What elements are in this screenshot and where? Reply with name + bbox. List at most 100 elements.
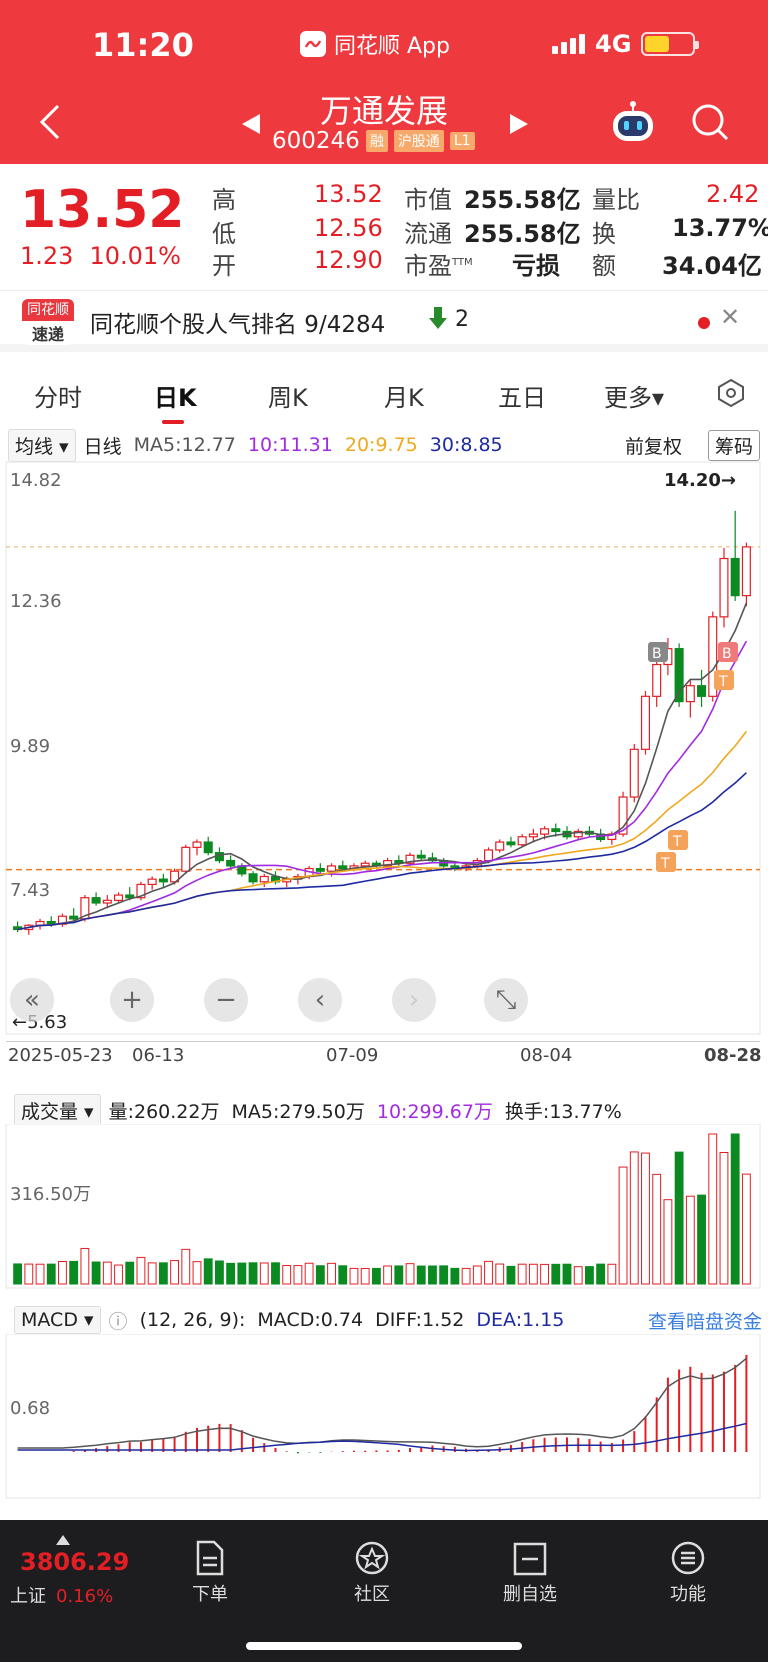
scroll-right-button[interactable]: › [392, 978, 436, 1022]
tab-weekly-k[interactable]: 周K [268, 378, 308, 413]
volume-bar [697, 1194, 706, 1285]
macd-indicator-select[interactable]: MACD ▾ [14, 1306, 101, 1334]
low-label: 低 [212, 220, 236, 248]
tab-more[interactable]: 更多▾ [604, 378, 664, 413]
close-banner-button[interactable]: ✕ [720, 303, 740, 331]
y-tick-top: 14.82 [10, 470, 62, 491]
volume-ma10: 10:299.67万 [376, 1101, 493, 1123]
rank-delta: 2 [455, 307, 469, 332]
turnover-value: 13.77% [672, 214, 768, 242]
zoom-out-far-button[interactable]: « [10, 978, 54, 1022]
candle-body [203, 841, 213, 854]
candle-body [192, 841, 202, 848]
volume-bar [562, 1263, 572, 1285]
mcap-value: 255.58亿 [464, 186, 581, 214]
volume-bar [719, 1151, 729, 1285]
volume-bar [338, 1265, 348, 1285]
popularity-rank-banner[interactable]: 同花顺 速递 同花顺个股人气排名 9/4284 2 ✕ [0, 290, 768, 352]
date-3: 07-09 [326, 1045, 379, 1066]
bottom-toolbar: 3806.29 上证 0.16% 下单 社区 删自选 功能 [0, 1520, 768, 1662]
volume-bar [271, 1262, 280, 1285]
volume-bar [517, 1263, 527, 1285]
tab-intraday[interactable]: 分时 [34, 378, 82, 413]
tab-monthly-k[interactable]: 月K [384, 378, 424, 413]
volume-bar [13, 1263, 23, 1285]
search-icon [692, 104, 729, 141]
zoom-out-button[interactable]: − [204, 978, 248, 1022]
volume-bar [416, 1265, 426, 1285]
volume-bar [641, 1152, 650, 1285]
top-header: 11:20 同花顺 App 4G 万通发展 600246 融 沪股通 L1 [0, 0, 768, 164]
volume-bar [304, 1262, 314, 1285]
volume-bar [495, 1263, 505, 1285]
zoom-in-button[interactable]: + [110, 978, 154, 1022]
candle-body [517, 836, 527, 846]
function-button[interactable]: 功能 [648, 1530, 728, 1606]
tab-daily-k[interactable]: 日K [154, 378, 197, 413]
tab-five-day[interactable]: 五日 [498, 378, 546, 413]
candle-body [102, 899, 112, 904]
tag-hgt: 沪股通 [393, 130, 444, 152]
volume-bar [428, 1265, 437, 1285]
volume-bar [371, 1267, 381, 1285]
dark-pool-link[interactable]: 查看暗盘资金 [648, 1307, 762, 1334]
kline-chart[interactable]: 14.82 12.36 9.89 7.43 14.20→ ←5.63 B B T… [0, 460, 768, 1040]
rank-text: 同花顺个股人气排名 9/4284 [90, 312, 386, 338]
battery-icon [641, 32, 700, 56]
svg-text:T: T [660, 856, 670, 872]
period-label: 日线 [83, 435, 122, 458]
pe-value: 亏损 [512, 252, 560, 280]
network-type: 4G [595, 30, 632, 58]
quote-panel: 13.52 1.23 10.01% 高 13.52 低 12.56 开 12.90… [0, 164, 768, 288]
price-change: 1.23 10.01% [20, 242, 181, 270]
candle-body [652, 663, 662, 697]
scroll-left-button[interactable]: ‹ [298, 978, 342, 1022]
index-line[interactable]: 上证 0.16% [10, 1582, 113, 1608]
adjust-toggle[interactable]: 前复权 [625, 432, 682, 459]
fullscreen-button[interactable]: ⤡ [484, 978, 528, 1022]
svg-text:T: T [718, 674, 728, 690]
volume-bar [114, 1264, 123, 1285]
volume-bar [741, 1173, 751, 1285]
arrow-down-icon [428, 305, 448, 337]
assistant-robot-button[interactable] [610, 100, 656, 148]
volume-bar [607, 1263, 617, 1285]
next-stock-button[interactable] [508, 112, 530, 140]
volume-chart[interactable]: 316.50万 [0, 1124, 768, 1290]
volume-bar [551, 1263, 561, 1285]
volume-bar [573, 1266, 583, 1285]
amount-value: 34.04亿 [662, 252, 762, 280]
volume-bar [158, 1262, 168, 1285]
diff-value: DIFF:1.52 [375, 1309, 465, 1331]
candle-body [697, 685, 707, 697]
volume-bar [102, 1261, 112, 1285]
volume-bar [192, 1261, 202, 1285]
community-button[interactable]: 社区 [332, 1530, 412, 1606]
macd-chart[interactable]: 0.68 [0, 1334, 768, 1500]
order-button[interactable]: 下单 [170, 1530, 250, 1606]
candle-body [416, 854, 426, 859]
index-value[interactable]: 3806.29 [20, 1548, 129, 1576]
volume-indicator-select[interactable]: 成交量 ▾ [14, 1094, 101, 1127]
macd-params: (12, 26, 9): [139, 1309, 246, 1331]
volume-bar [439, 1265, 449, 1285]
status-right: 4G [552, 30, 700, 58]
candle-body [315, 867, 325, 872]
indicator-select[interactable]: 均线 ▾ [8, 428, 76, 462]
svg-text:B: B [722, 646, 732, 662]
svg-text:T: T [672, 834, 682, 850]
candle-body [248, 873, 258, 883]
menu-circle-icon [671, 1541, 705, 1575]
volume-bar [58, 1260, 67, 1285]
search-button[interactable] [690, 102, 730, 146]
open-value: 12.90 [314, 246, 383, 274]
settings-button[interactable] [716, 378, 746, 412]
volume-bar [282, 1265, 292, 1285]
volume-bar [450, 1267, 460, 1285]
chips-button[interactable]: 筹码 [707, 430, 760, 461]
candle-body [327, 865, 337, 872]
help-icon[interactable]: ⓘ [109, 1307, 128, 1334]
remove-watchlist-button[interactable]: 删自选 [490, 1530, 570, 1606]
volume-bar [226, 1262, 236, 1285]
candle-body [674, 648, 684, 703]
